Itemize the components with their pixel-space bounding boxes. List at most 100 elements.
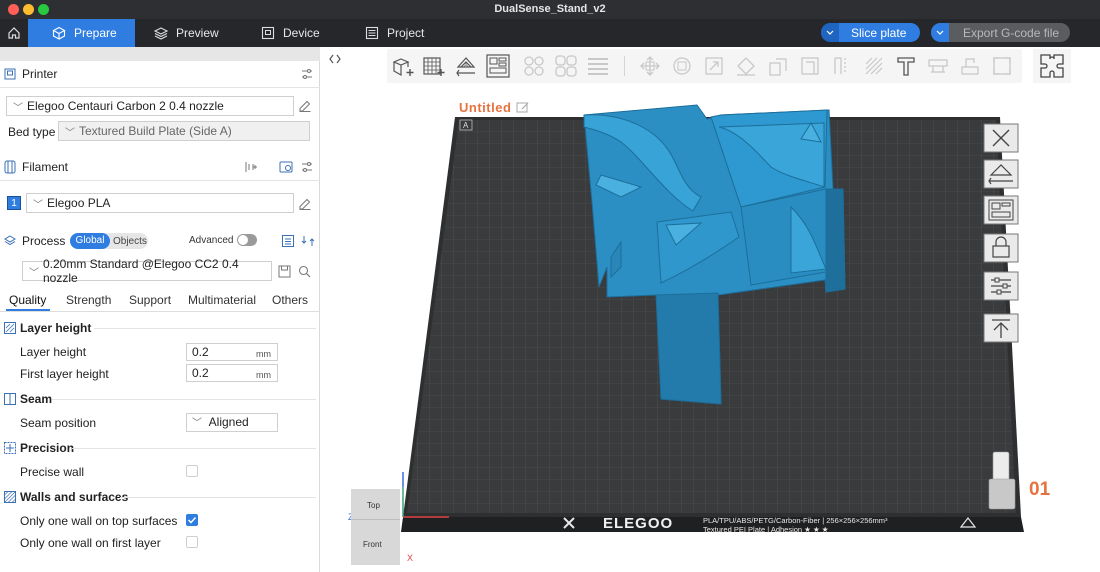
one-wall-top-checkbox[interactable] bbox=[186, 514, 198, 526]
tab-prepare[interactable]: Prepare bbox=[28, 19, 135, 47]
view-cube-front-label[interactable]: Front bbox=[363, 540, 382, 549]
one-wall-first-label: Only one wall on first layer bbox=[20, 536, 161, 550]
tab-prepare-label: Prepare bbox=[74, 26, 117, 40]
arrow-up-icon bbox=[983, 313, 1019, 343]
printer-select[interactable]: ﹀ Elegoo Centauri Carbon 2 0.4 nozzle bbox=[6, 96, 294, 116]
close-icon bbox=[983, 123, 1019, 153]
precise-wall-label: Precise wall bbox=[20, 465, 85, 479]
edit-plate-name-icon[interactable] bbox=[516, 101, 530, 113]
lock-plate-button[interactable] bbox=[983, 233, 1019, 263]
edit-filament-icon[interactable] bbox=[298, 197, 312, 211]
view-cube-top-label[interactable]: Top bbox=[367, 501, 380, 510]
zoom-window-button[interactable] bbox=[38, 4, 49, 15]
chevron-down-icon: ﹀ bbox=[13, 102, 23, 114]
tab-project[interactable]: Project bbox=[353, 19, 443, 47]
bed-brand-logo: ELEGOO bbox=[603, 515, 673, 532]
bed-type-select[interactable]: ﹀ Textured Build Plate (Side A) bbox=[58, 121, 310, 141]
process-compare-icon[interactable] bbox=[301, 234, 315, 248]
tab-quality[interactable]: Quality bbox=[9, 293, 46, 307]
active-tab-indicator bbox=[6, 309, 50, 311]
tab-device[interactable]: Device bbox=[249, 19, 339, 47]
filament-slot-badge[interactable]: 1 bbox=[7, 196, 21, 210]
add-filament-icon[interactable] bbox=[244, 160, 258, 174]
save-preset-icon[interactable] bbox=[278, 265, 291, 278]
printer-section-header: Printer bbox=[0, 62, 320, 86]
project-icon bbox=[365, 26, 379, 40]
plate-number[interactable]: 01 bbox=[1029, 479, 1050, 501]
x-axis-label: X bbox=[407, 553, 413, 563]
process-section-title: Process bbox=[22, 234, 66, 248]
printer-section-title: Printer bbox=[22, 67, 58, 81]
arrange-plate-button[interactable] bbox=[983, 195, 1019, 225]
precision-icon bbox=[4, 442, 16, 454]
filament-select[interactable]: ﹀ Elegoo PLA bbox=[26, 193, 294, 213]
device-icon bbox=[261, 26, 275, 40]
layer-height-value: 0.2 bbox=[192, 345, 209, 359]
process-list-icon[interactable] bbox=[281, 234, 295, 248]
layer-height-group: Layer height bbox=[4, 321, 91, 335]
home-button[interactable] bbox=[0, 19, 28, 47]
export-gcode-label: Export G-code file bbox=[963, 25, 1060, 40]
plate-name[interactable]: Untitled bbox=[459, 100, 530, 115]
process-preset-value: 0.20mm Standard @Elegoo CC2 0.4 nozzle bbox=[43, 257, 239, 285]
slice-options-dropdown[interactable] bbox=[821, 23, 839, 42]
printer-settings-icon[interactable] bbox=[300, 67, 314, 81]
export-gcode-button[interactable]: Export G-code file bbox=[931, 23, 1070, 42]
first-layer-height-input[interactable]: 0.2 mm bbox=[186, 364, 278, 382]
cube-icon bbox=[52, 26, 66, 40]
chevron-down-icon bbox=[936, 30, 944, 35]
tab-others[interactable]: Others bbox=[272, 293, 308, 307]
tab-multimaterial[interactable]: Multimaterial bbox=[188, 293, 256, 307]
edit-printer-icon[interactable] bbox=[298, 99, 312, 113]
precise-wall-checkbox[interactable] bbox=[186, 465, 198, 477]
tab-preview[interactable]: Preview bbox=[142, 19, 232, 47]
advanced-toggle[interactable] bbox=[237, 234, 257, 246]
layer-height-label: Layer height bbox=[20, 345, 87, 359]
view-cube[interactable]: Top Front bbox=[351, 489, 400, 565]
seam-position-select[interactable]: ﹀ Aligned bbox=[186, 413, 278, 432]
window-title: DualSense_Stand_v2 bbox=[494, 3, 606, 15]
move-to-top-button[interactable] bbox=[983, 313, 1019, 343]
close-window-button[interactable] bbox=[8, 4, 19, 15]
walls-surfaces-group: Walls and surfaces bbox=[4, 490, 128, 504]
plate-thumbnail[interactable] bbox=[988, 478, 1016, 510]
advanced-label: Advanced bbox=[189, 235, 234, 246]
chevron-down-icon: ﹀ bbox=[33, 199, 43, 211]
settings-sidebar: Printer ﹀ Elegoo Centauri Carbon 2 0.4 n… bbox=[0, 47, 320, 572]
orient-plate-button[interactable] bbox=[983, 159, 1019, 189]
chevron-down-icon: ﹀ bbox=[192, 418, 202, 429]
group-divider bbox=[120, 497, 316, 498]
export-options-dropdown[interactable] bbox=[931, 23, 949, 42]
bed-spec-line2: Textured PEI Plate | Adhesion ★ ★ ★ bbox=[703, 525, 829, 534]
search-icon[interactable] bbox=[298, 265, 311, 278]
tab-strength[interactable]: Strength bbox=[66, 293, 111, 307]
filament-icon bbox=[4, 160, 16, 174]
walls-group-title: Walls and surfaces bbox=[20, 490, 129, 504]
objects-scope-button[interactable]: Objects bbox=[113, 236, 147, 247]
seam-position-label: Seam position bbox=[20, 416, 97, 430]
one-wall-first-checkbox[interactable] bbox=[186, 536, 198, 548]
filament-section-title: Filament bbox=[22, 160, 69, 174]
slice-plate-button[interactable]: Slice plate bbox=[821, 23, 920, 42]
tab-support[interactable]: Support bbox=[129, 293, 171, 307]
process-preset-select[interactable]: ﹀ 0.20mm Standard @Elegoo CC2 0.4 nozzle bbox=[22, 257, 272, 285]
layer-height-input[interactable]: 0.2 mm bbox=[186, 343, 278, 361]
filament-sync-icon[interactable] bbox=[279, 160, 293, 174]
home-icon bbox=[8, 27, 20, 39]
walls-icon bbox=[4, 491, 16, 503]
group-divider bbox=[94, 328, 316, 329]
global-scope-button[interactable]: Global bbox=[70, 233, 110, 249]
printer-select-value: Elegoo Centauri Carbon 2 0.4 nozzle bbox=[27, 99, 224, 113]
delete-plate-button[interactable] bbox=[983, 123, 1019, 153]
minimize-window-button[interactable] bbox=[23, 4, 34, 15]
process-scope-toggle: Global Objects bbox=[70, 233, 148, 249]
first-layer-height-label: First layer height bbox=[20, 367, 109, 381]
3d-viewport[interactable]: A A ELEGOO PLA/TPU/ABS/PETG/Carbon-Fiber… bbox=[321, 47, 1100, 572]
filament-settings-icon[interactable] bbox=[300, 160, 314, 174]
plate-settings-button[interactable] bbox=[983, 271, 1019, 301]
plate-tag: A bbox=[463, 121, 469, 130]
layers-icon bbox=[4, 235, 16, 246]
sidebar-top-strip bbox=[0, 47, 320, 61]
process-section-header: Process bbox=[0, 229, 320, 253]
one-wall-top-label: Only one wall on top surfaces bbox=[20, 514, 178, 528]
